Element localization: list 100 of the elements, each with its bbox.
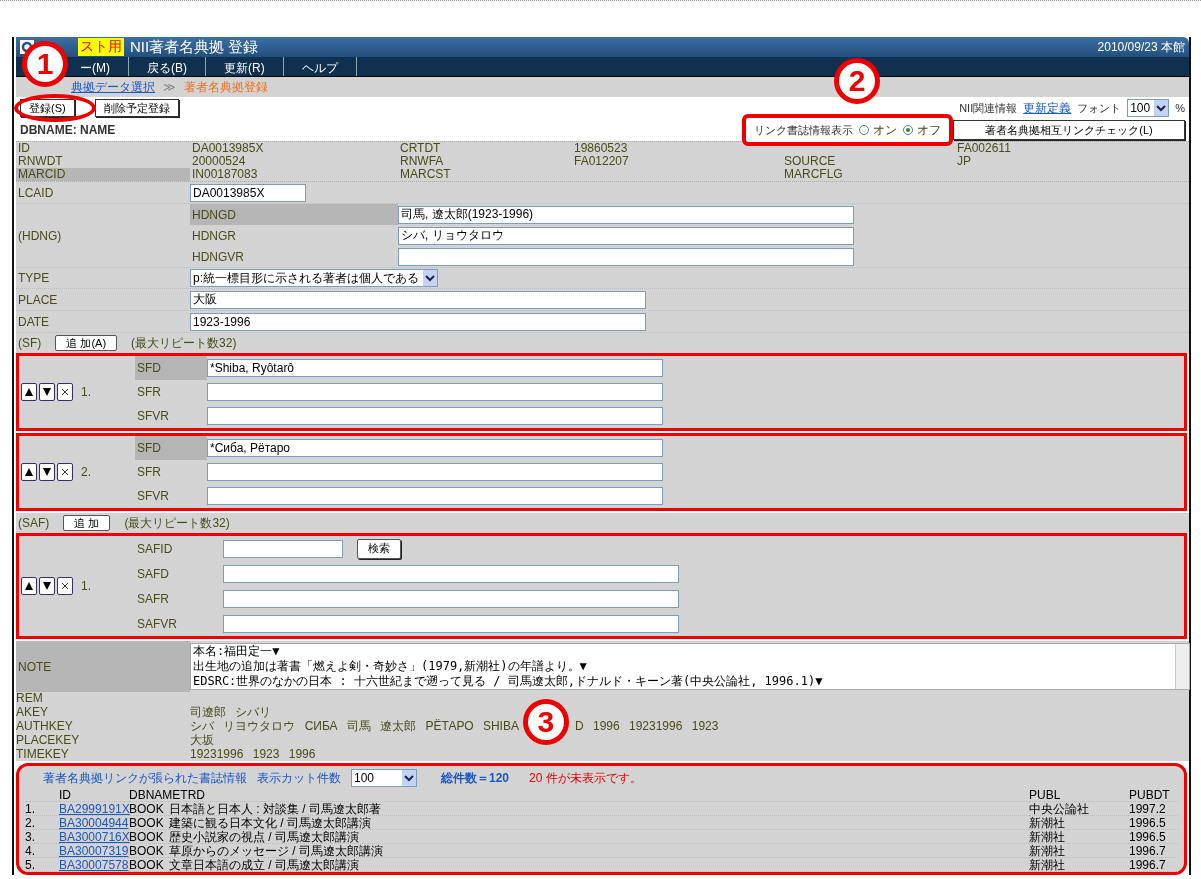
radio-button[interactable] [903, 125, 913, 135]
table-cell: 1996.5 [1129, 816, 1178, 830]
field-value: DA0013985X [192, 141, 264, 155]
move-up-button[interactable] [21, 463, 37, 481]
field-label: REM [16, 691, 44, 705]
radio-option[interactable]: オン [859, 121, 897, 139]
field-value: 19231996 1923 1996 [190, 747, 316, 761]
warning-text: 20 件が未表示です。 [529, 769, 642, 787]
field-label: RNWFA [400, 154, 444, 168]
text-field[interactable] [223, 564, 679, 583]
move-down-button[interactable] [39, 463, 55, 481]
move-down-button[interactable] [39, 577, 55, 595]
text-field[interactable]: 大阪 [190, 290, 646, 309]
table-cell: 歴史小説家の視点 / 司馬遼太郎講演 [169, 830, 1029, 844]
record-id-link[interactable]: BA30007319 [59, 844, 129, 858]
row-number: 2. [25, 816, 59, 830]
field-label: SAFR [137, 591, 169, 606]
add-button[interactable]: 追 加 [63, 515, 111, 531]
dropdown-caret-icon [402, 770, 416, 786]
text-field[interactable] [223, 539, 343, 558]
cut-count-select[interactable]: 100 [351, 769, 417, 787]
link-display-label: リンク書誌情報表示 [754, 122, 853, 138]
field-label: SOURCE [784, 154, 836, 168]
note-field[interactable]: 本名:福田定一▼ 出生地の追加は著書「燃えよ剣・奇妙さ」(1979,新潮社)の年譜より。▼ EDSRC:世界のなかの日本 : 十六世紀まで遡って見る / 司馬遼太郎,ドナルド・キーン著(中央公論社, 1996.1)▼ [190, 643, 1190, 690]
schedule-delete-button[interactable]: 削除予定登録 [94, 99, 179, 117]
field-label: SFVR [137, 489, 169, 503]
move-up-button[interactable] [21, 577, 37, 595]
text-field[interactable] [223, 614, 679, 633]
field-value: IN00187083 [192, 167, 258, 181]
record-id-link[interactable]: BA30007578 [59, 858, 129, 872]
search-button[interactable]: 検索 [357, 538, 401, 559]
section-label: (SF) [18, 336, 42, 350]
move-down-button[interactable] [39, 383, 55, 401]
section-title: 著者名典拠リンクが張られた書誌情報 [43, 769, 247, 787]
register-button[interactable]: 登録(S) [20, 99, 75, 117]
delete-button[interactable] [57, 383, 73, 401]
radio-button[interactable] [859, 125, 869, 135]
field-label: TIMEKEY [16, 747, 70, 761]
text-field[interactable]: シバ, リョウタロウ [398, 226, 854, 245]
field-value: 19860523 [574, 141, 628, 155]
update-definition-link[interactable]: 更新定義 [1023, 99, 1072, 117]
field-label: AKEY [16, 705, 49, 719]
font-size-select[interactable]: 100 [1127, 99, 1170, 117]
delete-button[interactable] [57, 577, 73, 595]
repeat-limit-note: (最大リピート数32) [131, 334, 237, 352]
field-label: CRTDT [400, 141, 441, 155]
radio-option[interactable]: オフ [903, 121, 941, 139]
field-label: PLACEKEY [16, 733, 81, 747]
text-field[interactable]: *Сиба, Рётаро [207, 439, 663, 457]
delete-button[interactable] [57, 463, 73, 481]
row-number: 4. [25, 844, 59, 858]
menu-item[interactable]: ー(M) [76, 57, 129, 76]
text-field[interactable] [207, 383, 663, 401]
table-cell: 新潮社 [1029, 816, 1129, 830]
table-cell: BOOK [129, 830, 169, 844]
add-button[interactable]: 追 加(A) [55, 335, 118, 351]
nii-info-label: NII関連情報 [959, 100, 1018, 116]
close-icon [61, 468, 69, 476]
row-number: 3. [25, 830, 59, 844]
text-field[interactable]: 司馬, 遼太郎(1923-1996) [398, 205, 854, 224]
menu-item[interactable]: 戻る(B) [129, 57, 206, 76]
percent-label: % [1175, 102, 1185, 114]
table-cell: 新潮社 [1029, 830, 1129, 844]
table-cell: 建築に観る日本文化 / 司馬遼太郎講演 [169, 816, 1029, 830]
text-field[interactable] [207, 463, 663, 481]
type-select[interactable]: p:統一標目形に示される著者は個人である [190, 269, 438, 287]
up-triangle-icon [24, 387, 34, 397]
breadcrumb-current: 著者名典拠登録 [183, 78, 268, 96]
test-badge: スト用 [78, 38, 124, 56]
menu-item[interactable]: ヘルプ [283, 57, 357, 76]
field-label: AUTHKEY [16, 719, 74, 733]
record-id-link[interactable]: BA2999191X [59, 802, 130, 816]
link-check-button[interactable]: 著者名典拠相互リンクチェック(L) [953, 120, 1185, 140]
record-id-link[interactable]: BA30004944 [59, 816, 129, 830]
text-field[interactable]: DA0013985X [190, 183, 306, 202]
table-cell: BOOK [129, 858, 169, 872]
move-up-button[interactable] [21, 383, 37, 401]
field-label: SFR [137, 465, 161, 479]
text-field[interactable] [207, 407, 663, 425]
breadcrumb-link[interactable]: 典拠データ選択 [71, 78, 155, 96]
text-field[interactable]: 1923-1996 [190, 312, 646, 331]
field-label: SAFID [137, 541, 173, 556]
table-cell: 日本語と日本人 : 対談集 / 司馬遼太郎著 [169, 802, 1029, 816]
text-field[interactable] [207, 487, 663, 505]
text-field[interactable]: *Shiba, Ryôtarô [207, 359, 663, 377]
field-label: HDNGD [192, 207, 236, 222]
dropdown-caret-icon [423, 270, 437, 286]
record-id-link[interactable]: BA3000716X [59, 830, 130, 844]
text-field[interactable] [398, 247, 854, 266]
field-label: HDNGR [192, 228, 236, 243]
column-header: PUBL [1029, 788, 1129, 802]
table-cell: 文章日本語の成立 / 司馬遼太郎講演 [169, 858, 1029, 872]
section-label: (SAF) [18, 516, 50, 530]
text-field[interactable] [223, 589, 679, 608]
field-label: DATE [17, 313, 51, 331]
scrollbar[interactable] [1175, 644, 1189, 689]
menu-item[interactable]: 更新(R) [206, 57, 284, 76]
field-label: SAFVR [137, 616, 177, 631]
table-cell: 新潮社 [1029, 844, 1129, 858]
table-cell: 1996.5 [1129, 830, 1178, 844]
